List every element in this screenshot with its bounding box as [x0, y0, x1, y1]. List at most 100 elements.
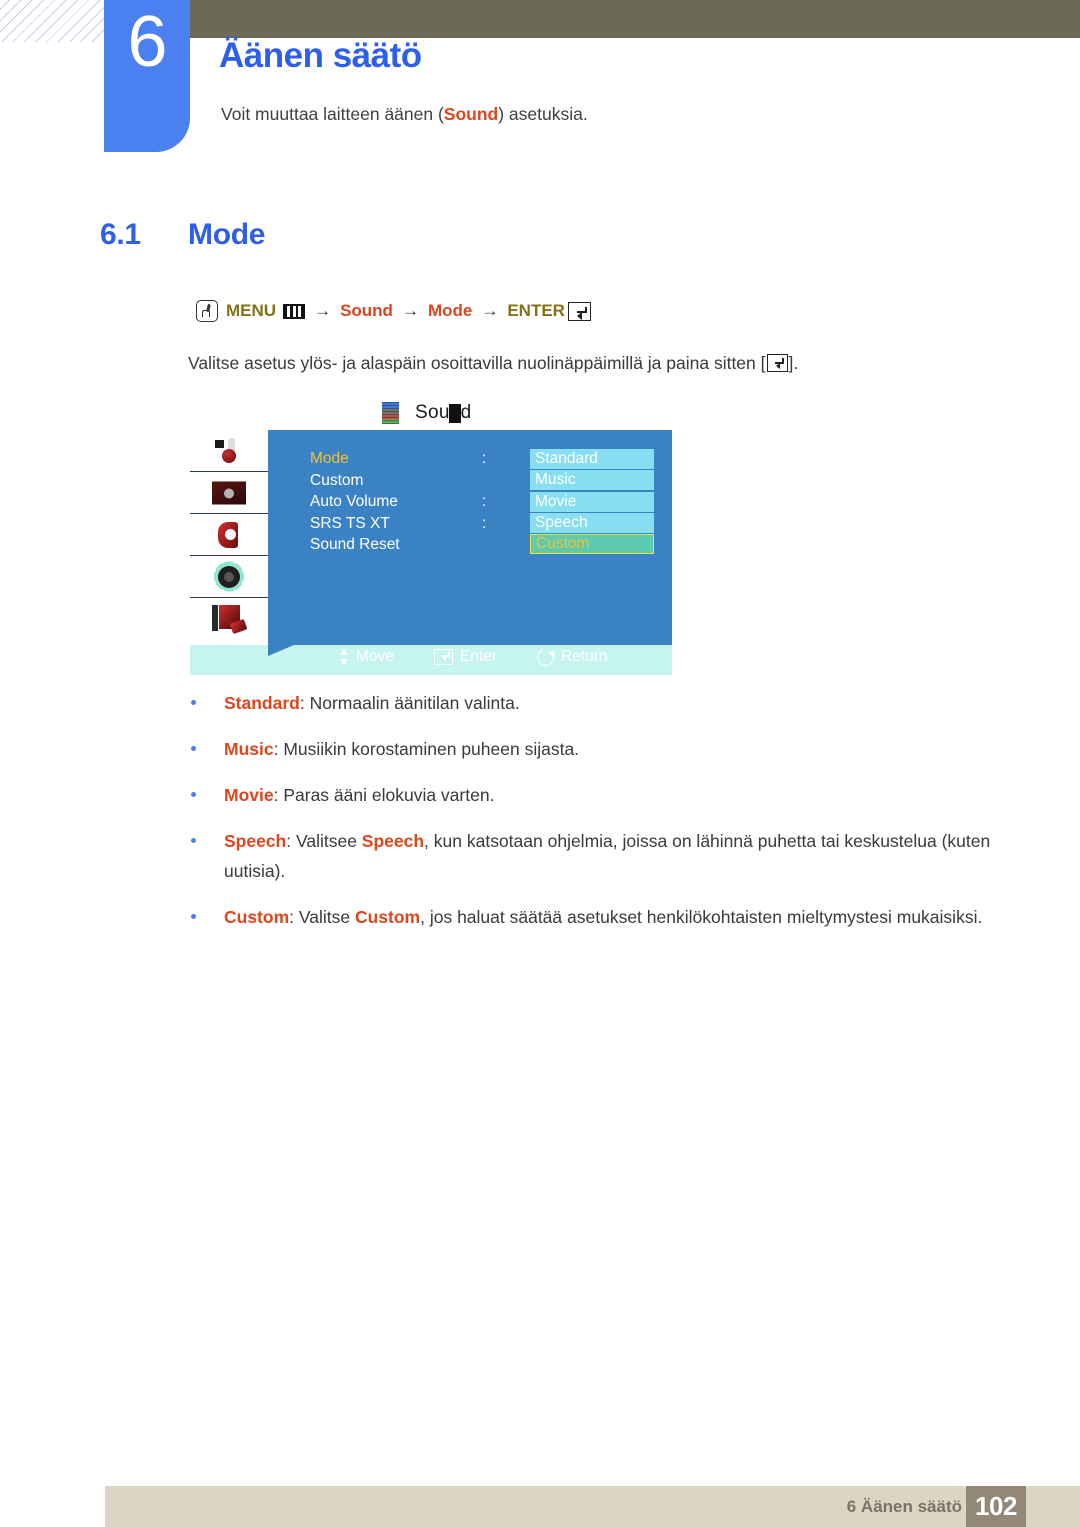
- list-item: Movie: Paras ääni elokuvia varten.: [188, 780, 1004, 810]
- chapter-desc-keyword: Sound: [443, 104, 499, 124]
- mode-options-list: Standard: Normaalin äänitilan valinta. M…: [188, 688, 1004, 949]
- up-down-arrows-icon: [340, 649, 349, 665]
- footer-chapter-label: 6 Äänen säätö: [846, 1497, 962, 1516]
- osd-row-label: Custom: [310, 471, 364, 489]
- list-item: Music: Musiikin korostaminen puheen sija…: [188, 734, 1004, 764]
- osd-mode-dropdown: Standard Music Movie Speech Custom: [530, 449, 654, 555]
- osd-category-picture[interactable]: [190, 430, 268, 472]
- enter-return-icon: [567, 301, 591, 321]
- osd-category-support[interactable]: [190, 598, 268, 639]
- bullet-text-mid-before: : Valitse: [289, 907, 355, 928]
- bullet-term: Standard: [224, 693, 300, 713]
- osd-panel: Mode : Custom Auto Volume : SRS TS XT : …: [268, 430, 672, 645]
- section-number: 6.1: [100, 218, 141, 251]
- section-heading: 6.1 Mode: [100, 218, 265, 252]
- osd-title-cursor-highlight: [449, 404, 461, 423]
- nav-enter-label: ENTER: [507, 301, 565, 320]
- bullet-term: Music: [224, 739, 274, 760]
- enter-key-icon: [433, 649, 453, 665]
- nav-menu-label: MENU: [226, 301, 277, 320]
- osd-option-standard[interactable]: Standard: [530, 449, 654, 469]
- osd-category-setup[interactable]: [190, 556, 268, 598]
- bullet-term: Custom: [224, 907, 290, 928]
- instruction-text-after: ].: [788, 353, 799, 373]
- osd-row-label: Mode: [310, 450, 349, 467]
- nav-item-sound: Sound: [340, 301, 393, 320]
- sound-icon: [218, 521, 240, 548]
- bullet-term: Movie: [224, 785, 274, 806]
- osd-title: Sound: [415, 402, 472, 423]
- list-item: Speech: Valitsee Speech, kun katsotaan o…: [188, 826, 1004, 886]
- osd-footer-return-label: Return: [560, 648, 608, 665]
- bullet-term: Speech: [224, 831, 287, 852]
- osd-row-label: SRS TS XT: [310, 514, 390, 532]
- bullet-text: , jos haluat säätää asetukset henkilökoh…: [420, 907, 983, 928]
- return-arrow-icon: [534, 645, 557, 669]
- list-item: Standard: Normaalin äänitilan valinta.: [188, 688, 1004, 718]
- osd-row-sound-reset[interactable]: Sound Reset: [310, 536, 400, 558]
- osd-category-screen[interactable]: [190, 472, 268, 514]
- bullet-text: : Normaalin äänitilan valinta.: [299, 693, 520, 713]
- osd-footer-move[interactable]: Move: [340, 648, 394, 666]
- bullet-text-mid-before: : Valitsee: [286, 831, 362, 852]
- bullet-inline-term: Speech: [361, 831, 425, 852]
- page-footer: 6 Äänen säätö 102: [105, 1486, 1080, 1527]
- osd-category-sound[interactable]: [190, 514, 268, 556]
- osd-row-colon: :: [482, 493, 487, 510]
- osd-option-movie[interactable]: Movie: [530, 491, 654, 512]
- setup-gear-icon: [214, 561, 244, 592]
- chapter-description: Voit muuttaa laitteen äänen (Sound) aset…: [221, 104, 588, 125]
- section-title: Mode: [188, 218, 266, 251]
- chapter-desc-before: Voit muuttaa laitteen äänen (: [221, 104, 444, 124]
- chapter-desc-after: ) asetuksia.: [498, 104, 588, 124]
- decorative-hatch-pattern: [0, 0, 104, 42]
- bullet-dot: [191, 792, 196, 798]
- osd-option-custom[interactable]: Custom: [530, 534, 654, 555]
- menu-navigation-path: MENU → Sound → Mode → ENTER: [196, 300, 591, 322]
- list-item: Custom: Valitse Custom, jos haluat säätä…: [188, 902, 1004, 932]
- bullet-dot: [191, 838, 196, 844]
- bullet-dot: [191, 746, 196, 752]
- sound-category-icon: [382, 402, 399, 424]
- osd-row-srs-ts-xt[interactable]: SRS TS XT :: [310, 514, 486, 537]
- page-number: 102: [966, 1486, 1026, 1527]
- osd-row-colon: :: [482, 450, 487, 467]
- instruction-text-before: Valitse asetus ylös- ja alaspäin osoitta…: [188, 353, 766, 373]
- bullet-text: : Paras ääni elokuvia varten.: [273, 785, 495, 806]
- bullet-text: : Musiikin korostaminen puheen sijasta.: [273, 739, 580, 760]
- chapter-title: Äänen säätö: [219, 36, 422, 75]
- osd-footer-enter-label: Enter: [459, 648, 497, 665]
- nav-arrow-3: →: [481, 301, 499, 320]
- nav-arrow-1: →: [314, 301, 332, 320]
- osd-footer-bar: Move Enter Return: [190, 645, 672, 675]
- osd-row-label: Sound Reset: [310, 536, 400, 553]
- osd-footer-return[interactable]: Return: [534, 645, 608, 669]
- hand-press-button-icon: [196, 300, 218, 322]
- support-book-icon: [212, 604, 248, 634]
- osd-footer-enter[interactable]: Enter: [433, 648, 497, 666]
- screen-icon: [212, 481, 246, 504]
- osd-footer-notch: [268, 645, 294, 656]
- enter-key-icon: [766, 354, 788, 372]
- nav-item-mode: Mode: [427, 301, 473, 320]
- nav-arrow-2: →: [401, 301, 419, 320]
- bullet-inline-term: Custom: [354, 907, 421, 928]
- osd-category-icon-column: [190, 430, 268, 675]
- picture-icon: [214, 437, 244, 464]
- osd-menu-list: Mode : Custom Auto Volume : SRS TS XT : …: [310, 450, 486, 558]
- osd-row-custom[interactable]: Custom: [310, 472, 400, 494]
- osd-footer-items: Move Enter Return: [340, 645, 608, 669]
- osd-row-auto-volume[interactable]: Auto Volume :: [310, 493, 486, 515]
- osd-option-music[interactable]: Music: [530, 470, 654, 491]
- osd-option-speech[interactable]: Speech: [530, 512, 654, 533]
- osd-row-mode[interactable]: Mode :: [310, 450, 486, 472]
- osd-menu-illustration: Sound Mode : Custom Auto Volume : SRS TS…: [190, 400, 672, 675]
- osd-footer-move-label: Move: [356, 648, 394, 665]
- osd-row-label: Auto Volume: [310, 493, 398, 510]
- osd-row-colon: :: [482, 514, 487, 532]
- bullet-dot: [191, 700, 196, 705]
- chapter-number: 6: [127, 2, 167, 82]
- menu-bars-icon: [283, 303, 306, 319]
- bullet-dot: [191, 914, 196, 920]
- header-olive-bar: [189, 0, 1080, 38]
